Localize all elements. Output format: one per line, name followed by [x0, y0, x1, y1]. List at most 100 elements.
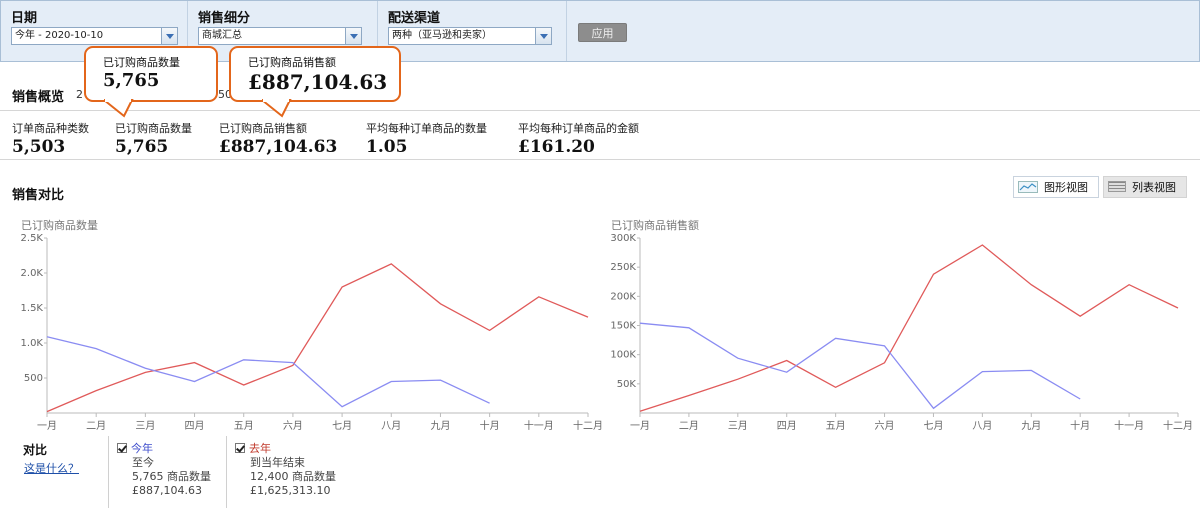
- legend-this-year: 今年 至今 5,765 商品数量 £887,104.63: [108, 436, 226, 508]
- stat-value: £887,104.63: [219, 137, 338, 157]
- legend-last-year: 去年 到当年结束 12,400 商品数量 £1,625,313.10: [226, 436, 376, 508]
- stat-value: 5,765: [115, 137, 169, 157]
- sales-overview: 订单商品种类数 5,503 已订购商品数量 5,765 已订购商品销售额 £88…: [0, 110, 1200, 160]
- date-filter-label: 日期: [11, 11, 38, 26]
- callout-pointer: [262, 96, 292, 118]
- breakdown-select[interactable]: 商城汇总: [198, 27, 362, 45]
- x-tick-label: 一月: [630, 420, 650, 432]
- x-tick-label: 十一月: [524, 419, 554, 432]
- comparison-title: 销售对比: [12, 188, 65, 203]
- x-tick-label: 八月: [381, 420, 401, 432]
- y-tick-label: 300K: [610, 233, 636, 244]
- x-tick-label: 六月: [875, 420, 895, 432]
- y-tick-label: 250K: [610, 262, 636, 273]
- x-tick-label: 九月: [430, 420, 450, 432]
- legend-series-name: 今年: [131, 442, 153, 455]
- what-is-this-link[interactable]: 这是什么？: [24, 460, 79, 476]
- x-tick-label: 十月: [1070, 419, 1090, 432]
- stat-order-item-types: 订单商品种类数 5,503: [12, 120, 89, 157]
- channel-select[interactable]: 两种（亚马逊和卖家）: [388, 27, 552, 45]
- callout-pointer: [104, 96, 134, 118]
- callout-label: 已订购商品销售额: [248, 56, 336, 69]
- y-tick-label: 150K: [610, 321, 636, 332]
- series-line-last-year: [46, 263, 589, 413]
- x-tick-label: 十一月: [1114, 419, 1144, 432]
- legend-amount: £1,625,313.10: [250, 484, 331, 497]
- this-year-checkbox[interactable]: [117, 443, 127, 453]
- callout-value: £887,104.63: [248, 70, 388, 94]
- last-year-checkbox[interactable]: [235, 443, 245, 453]
- breakdown-select-value: 商城汇总: [202, 30, 242, 41]
- sales-chart: 50K 100K 150K 200K 250K 300K 一月 二月 三月 四月 五月 六月 七月 八月 九…: [610, 233, 1193, 432]
- x-tick-label: 三月: [135, 420, 155, 432]
- y-tick-label: 100K: [610, 350, 636, 361]
- legend-series-name: 去年: [249, 442, 271, 455]
- stat-label: 平均每种订单商品的数量: [366, 122, 487, 135]
- legend-title: 对比: [23, 443, 48, 457]
- date-select-value: 今年 - 2020-10-10: [15, 30, 104, 41]
- x-tick-label: 一月: [37, 420, 57, 432]
- x-tick-label: 十二月: [1163, 419, 1193, 432]
- stat-value: 1.05: [366, 137, 408, 157]
- legend-qty: 12,400 商品数量: [250, 470, 336, 483]
- graph-view-button[interactable]: 图形视图: [1013, 176, 1099, 198]
- y-tick-label: 2.5K: [21, 233, 44, 244]
- list-view-label: 列表视图: [1132, 181, 1176, 194]
- series-line-this-year: [639, 322, 1081, 410]
- stat-label: 已订购商品销售额: [219, 122, 307, 135]
- stat-avg-units: 平均每种订单商品的数量 1.05: [366, 120, 487, 157]
- series-line-this-year: [46, 336, 490, 408]
- stat-ordered-sales: 已订购商品销售额 £887,104.63: [219, 120, 337, 157]
- y-tick-label: 2.0K: [21, 268, 44, 279]
- callout-units: 已订购商品数量 5,765: [84, 46, 218, 102]
- y-tick-label: 1.0K: [21, 338, 44, 349]
- dropdown-arrow-icon[interactable]: [161, 28, 177, 44]
- stat-units-ordered: 已订购商品数量 5,765: [115, 120, 192, 157]
- stat-label: 订单商品种类数: [12, 122, 89, 135]
- date-select[interactable]: 今年 - 2020-10-10: [11, 27, 178, 45]
- dropdown-arrow-icon[interactable]: [535, 28, 551, 44]
- series-line-last-year: [639, 244, 1179, 412]
- x-tick-label: 五月: [234, 420, 254, 432]
- y-tick-label: 500: [24, 373, 43, 384]
- y-tick-label: 200K: [610, 291, 636, 302]
- channel-filter: 配送渠道 两种（亚马逊和卖家）: [378, 1, 567, 61]
- x-tick-label: 七月: [332, 420, 352, 432]
- legend-amount: £887,104.63: [132, 484, 202, 497]
- y-tick-label: 1.5K: [21, 303, 44, 314]
- x-tick-label: 八月: [972, 420, 992, 432]
- channel-select-value: 两种（亚马逊和卖家）: [392, 30, 492, 41]
- stat-label: 已订购商品数量: [115, 122, 192, 135]
- overview-title-suffix: 2: [76, 88, 83, 101]
- x-tick-label: 九月: [1021, 420, 1041, 432]
- callout-value: 5,765: [103, 70, 160, 91]
- stat-value: 5,503: [12, 137, 66, 157]
- graph-view-label: 图形视图: [1044, 181, 1088, 194]
- table-icon: [1108, 181, 1126, 192]
- stat-value: £161.20: [518, 137, 595, 157]
- x-tick-label: 三月: [728, 420, 748, 432]
- breakdown-filter-label: 销售细分: [198, 11, 251, 26]
- stat-avg-sales: 平均每种订单商品的金额 £161.20: [518, 120, 639, 157]
- x-tick-label: 四月: [777, 420, 797, 432]
- x-tick-label: 二月: [679, 420, 699, 432]
- x-tick-label: 二月: [86, 420, 106, 432]
- dropdown-arrow-icon[interactable]: [345, 28, 361, 44]
- apply-button[interactable]: 应用: [578, 23, 627, 42]
- x-tick-label: 五月: [826, 420, 846, 432]
- callout-sales: 已订购商品销售额 £887,104.63: [229, 46, 401, 102]
- legend-period: 至今: [132, 456, 154, 469]
- y-tick-label: 50K: [617, 379, 637, 390]
- channel-filter-label: 配送渠道: [388, 11, 441, 26]
- overview-title: 销售概览: [12, 90, 65, 105]
- callout-label: 已订购商品数量: [103, 56, 180, 69]
- stat-label: 平均每种订单商品的金额: [518, 122, 639, 135]
- x-tick-label: 六月: [283, 420, 303, 432]
- legend-period: 到当年结束: [250, 456, 305, 469]
- line-chart-icon: [1018, 181, 1038, 193]
- x-tick-label: 七月: [923, 420, 943, 432]
- legend-qty: 5,765 商品数量: [132, 470, 211, 483]
- list-view-button[interactable]: 列表视图: [1103, 176, 1187, 198]
- x-tick-label: 十月: [480, 419, 500, 432]
- units-chart: 500 1.0K 1.5K 2.0K 2.5K 一月 二月 三月 四月 五月 六月 七月 八月 九月 十月 十…: [21, 233, 603, 432]
